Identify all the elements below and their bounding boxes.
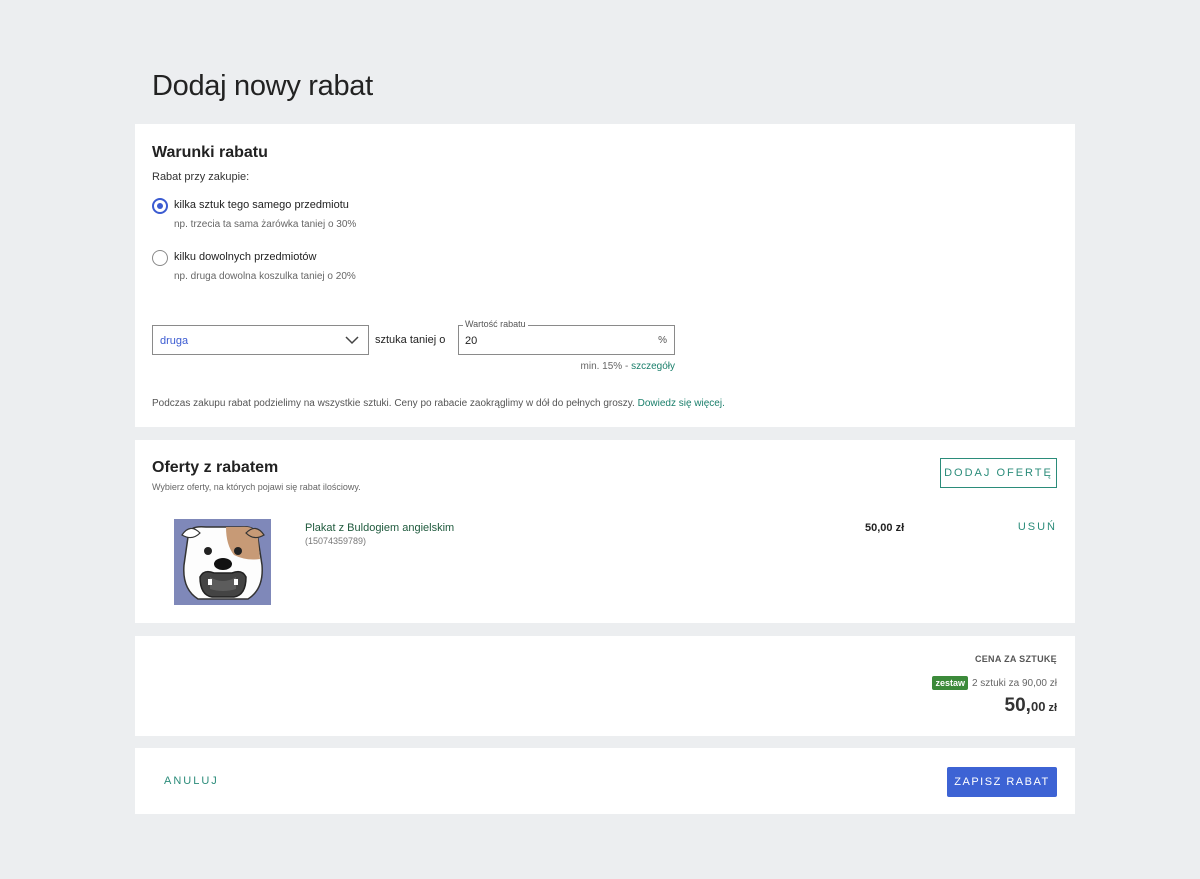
radio-same-item-label[interactable]: kilka sztuk tego samego przedmiotu [174,199,349,211]
item-order-select[interactable]: druga [152,325,369,355]
bundle-row: zestaw 2 sztuki za 90,00 zł [932,676,1057,690]
cancel-button[interactable]: ANULUJ [164,775,219,787]
min-discount-text: min. 15% - [580,361,632,372]
unit-price-currency: zł [1048,702,1057,714]
unit-price-decimal: 00 [1030,699,1046,714]
percent-unit: % [658,335,667,346]
rounding-note-text: Podczas zakupu rabat podzielimy na wszys… [152,398,638,409]
min-discount-note: min. 15% - szczegóły [581,361,675,372]
unit-price-header: CENA ZA SZTUKĘ [974,654,1057,664]
details-link[interactable]: szczegóły [631,361,675,372]
learn-more-link[interactable]: Dowiedz się więcej. [638,398,725,409]
rounding-note: Podczas zakupu rabat podzielimy na wszys… [152,398,725,409]
radio-any-items-hint: np. druga dowolna koszulka taniej o 20% [174,271,356,282]
remove-offer-button[interactable]: USUŃ [1018,521,1057,533]
offers-subheading: Wybierz oferty, na których pojawi się ra… [152,482,361,492]
discount-value-input[interactable]: 20 [465,335,477,347]
discount-value-field[interactable]: Wartość rabatu 20 % [458,319,675,355]
add-offer-button[interactable]: DODAJ OFERTĘ [940,458,1057,488]
radio-same-item[interactable] [152,198,168,214]
discounted-offers-card: Oferty z rabatem Wybierz oferty, na któr… [135,440,1075,623]
chevron-down-icon [345,336,359,345]
discount-connector-label: sztuka taniej o [375,334,446,346]
unit-price-integer: 50, [1004,695,1031,716]
discount-conditions-card: Warunki rabatu Rabat przy zakupie: kilka… [135,124,1075,427]
unit-price: 50,00 zł [1005,695,1057,717]
conditions-subheading: Rabat przy zakupie: [152,171,250,183]
radio-any-items-label[interactable]: kilku dowolnych przedmiotów [174,251,316,263]
offers-heading: Oferty z rabatem [152,459,279,476]
bundle-badge: zestaw [932,676,968,690]
bundle-text: 2 sztuki za 90,00 zł [971,677,1057,689]
discount-value-legend: Wartość rabatu [463,319,528,329]
radio-any-items[interactable] [152,250,168,266]
product-thumbnail[interactable] [174,519,271,605]
conditions-heading: Warunki rabatu [152,144,268,161]
save-discount-button[interactable]: ZAPISZ RABAT [947,767,1057,797]
radio-same-item-hint: np. trzecia ta sama żarówka taniej o 30% [174,219,357,230]
bulldog-poster-image [174,519,271,605]
page-title: Dodaj nowy rabat [152,70,373,102]
product-id: (15074359789) [305,536,367,546]
product-name-link[interactable]: Plakat z Buldogiem angielskim [305,522,454,534]
product-price: 50,00 zł [865,522,905,534]
item-order-select-value: druga [160,335,189,347]
form-actions-card: ANULUJ ZAPISZ RABAT [135,748,1075,814]
price-summary-card: CENA ZA SZTUKĘ zestaw 2 sztuki za 90,00 … [135,636,1075,736]
